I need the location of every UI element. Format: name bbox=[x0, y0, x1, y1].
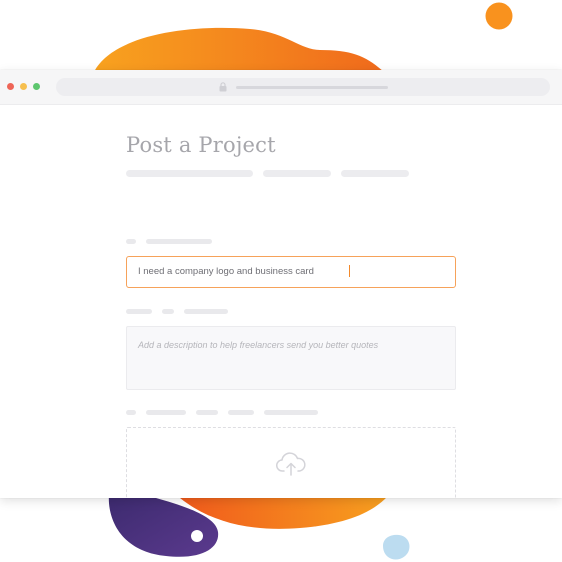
subtitle-placeholder-bar bbox=[263, 170, 331, 177]
minimize-window-dot[interactable] bbox=[20, 83, 27, 90]
maximize-window-dot[interactable] bbox=[33, 83, 40, 90]
field-label-placeholder bbox=[162, 309, 174, 314]
page-title: Post a Project bbox=[126, 133, 276, 157]
field-label-placeholder bbox=[264, 410, 318, 415]
field-label-placeholder bbox=[126, 309, 152, 314]
cloud-upload-icon bbox=[276, 452, 306, 476]
project-title-input[interactable]: I need a company logo and business card bbox=[126, 256, 456, 288]
field-label-placeholder bbox=[146, 410, 186, 415]
url-placeholder-bar bbox=[236, 86, 388, 89]
field-label-placeholder bbox=[126, 239, 136, 244]
file-upload-dropzone[interactable] bbox=[126, 427, 456, 498]
description-placeholder: Add a description to help freelancers se… bbox=[138, 340, 379, 350]
close-window-dot[interactable] bbox=[7, 83, 14, 90]
lock-icon bbox=[219, 82, 227, 92]
project-title-value: I need a company logo and business card bbox=[138, 266, 314, 277]
browser-toolbar bbox=[0, 70, 562, 105]
field-label-placeholder bbox=[146, 239, 212, 244]
address-bar[interactable] bbox=[56, 78, 550, 96]
field-label-placeholder bbox=[228, 410, 254, 415]
subtitle-placeholder-bar bbox=[341, 170, 409, 177]
text-caret bbox=[349, 265, 350, 277]
project-description-textarea[interactable]: Add a description to help freelancers se… bbox=[126, 326, 456, 390]
orange-dot bbox=[485, 2, 513, 30]
field-label-placeholder bbox=[184, 309, 228, 314]
browser-window: Post a Project I need a company logo and… bbox=[0, 70, 562, 498]
subtitle-placeholder-bar bbox=[126, 170, 253, 177]
light-blue-blob bbox=[383, 534, 410, 560]
field-label-placeholder bbox=[196, 410, 218, 415]
field-label-placeholder bbox=[126, 410, 136, 415]
